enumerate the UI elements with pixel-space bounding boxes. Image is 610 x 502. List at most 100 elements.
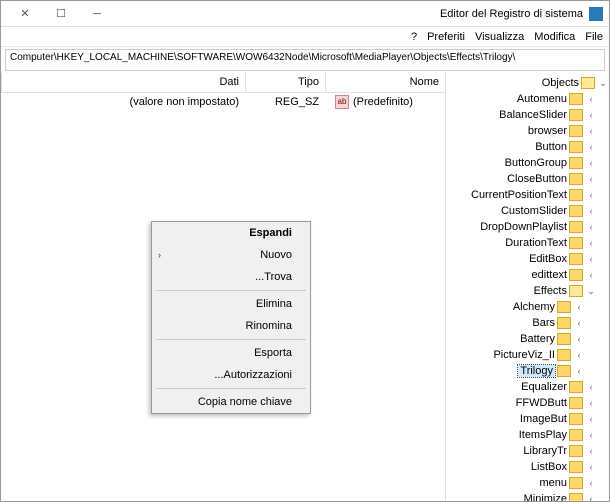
tree-node[interactable]: ›ImageBut: [446, 411, 609, 427]
tree-node[interactable]: ›Alchemy: [446, 299, 609, 315]
tree-node[interactable]: ›ItemsPlay: [446, 427, 609, 443]
context-menu-item[interactable]: Autorizzazioni...: [152, 364, 310, 386]
expand-icon[interactable]: ›: [585, 494, 597, 501]
expand-icon[interactable]: ›: [585, 158, 597, 168]
expand-icon[interactable]: ›: [585, 398, 597, 408]
tree-label: DropDownPlaylist: [480, 221, 567, 233]
context-menu-item[interactable]: Nuovo‹: [152, 244, 310, 266]
tree-node[interactable]: ›BalanceSlider: [446, 107, 609, 123]
folder-icon: [557, 301, 571, 313]
tree-node[interactable]: › PictureViz_II: [446, 347, 609, 363]
expand-icon[interactable]: ›: [573, 334, 585, 344]
menu-edit[interactable]: Modifica: [534, 31, 575, 43]
folder-icon: [569, 461, 583, 473]
context-menu-item[interactable]: Esporta: [152, 342, 310, 364]
tree-node[interactable]: ›CurrentPositionText: [446, 187, 609, 203]
expand-icon[interactable]: ›: [585, 382, 597, 392]
tree-node[interactable]: ›EditBox: [446, 251, 609, 267]
expand-icon[interactable]: ›: [585, 414, 597, 424]
tree-node[interactable]: ›DurationText: [446, 235, 609, 251]
expand-icon[interactable]: ›: [585, 238, 597, 248]
folder-icon: [569, 285, 583, 297]
tree-node[interactable]: › DropDownPlaylist: [446, 219, 609, 235]
menu-favorites[interactable]: Preferiti: [427, 31, 465, 43]
context-menu-item[interactable]: Rinomina: [152, 315, 310, 337]
col-data[interactable]: Dati: [1, 73, 245, 92]
menu-separator: [156, 290, 306, 291]
expand-icon[interactable]: ›: [573, 366, 585, 376]
tree-node[interactable]: ›Automenu: [446, 91, 609, 107]
expand-icon[interactable]: ›: [585, 430, 597, 440]
tree-node[interactable]: › ListBox: [446, 459, 609, 475]
column-headers: Nome Tipo Dati: [1, 73, 445, 93]
col-type[interactable]: Tipo: [245, 73, 325, 92]
collapse-icon[interactable]: ⌄: [585, 286, 597, 297]
context-menu-item[interactable]: Elimina: [152, 293, 310, 315]
app-icon: [589, 7, 603, 21]
tree-node[interactable]: ›Minimize: [446, 491, 609, 501]
expand-icon[interactable]: ›: [585, 94, 597, 104]
expand-icon[interactable]: ›: [585, 478, 597, 488]
folder-icon: [569, 189, 583, 201]
tree-node[interactable]: ›Button: [446, 139, 609, 155]
tree-label: CloseButton: [507, 173, 567, 185]
expand-icon[interactable]: ›: [585, 126, 597, 136]
folder-icon: [569, 381, 583, 393]
folder-icon: [557, 365, 571, 377]
menu-view[interactable]: Visualizza: [475, 31, 524, 43]
context-menu-item[interactable]: Copia nome chiave: [152, 391, 310, 413]
tree-label: PictureViz_II: [493, 349, 555, 361]
expand-icon[interactable]: ›: [585, 142, 597, 152]
tree-pane[interactable]: ⌄Objects›Automenu›BalanceSlider›browser›…: [445, 73, 609, 501]
menu-item-label: Elimina: [256, 298, 292, 310]
minimize-button[interactable]: ─: [79, 3, 115, 25]
tree-node[interactable]: ›edittext: [446, 267, 609, 283]
tree-node[interactable]: ›ButtonGroup: [446, 155, 609, 171]
context-menu-item[interactable]: Trova...: [152, 266, 310, 288]
close-button[interactable]: ✕: [7, 3, 43, 25]
tree-node[interactable]: ⌄Objects: [446, 75, 609, 91]
menu-separator: [156, 388, 306, 389]
tree-node[interactable]: › CloseButton: [446, 171, 609, 187]
tree-node[interactable]: ›LibraryTr: [446, 443, 609, 459]
menu-help[interactable]: ?: [411, 31, 417, 43]
tree-node[interactable]: ⌄Effects: [446, 283, 609, 299]
tree-node[interactable]: ›Equalizer: [446, 379, 609, 395]
expand-icon[interactable]: ›: [585, 254, 597, 264]
expand-icon[interactable]: ›: [585, 110, 597, 120]
tree-node[interactable]: ›menu: [446, 475, 609, 491]
folder-icon: [569, 173, 583, 185]
expand-icon[interactable]: ›: [585, 206, 597, 216]
expand-icon[interactable]: ›: [585, 174, 597, 184]
tree-node[interactable]: ›Trilogy: [446, 363, 609, 379]
menu-item-label: Autorizzazioni...: [214, 369, 292, 381]
expand-icon[interactable]: ›: [585, 222, 597, 232]
tree-node[interactable]: ›Bars: [446, 315, 609, 331]
expand-icon[interactable]: ›: [585, 446, 597, 456]
collapse-icon[interactable]: ⌄: [597, 78, 609, 89]
maximize-button[interactable]: ☐: [43, 3, 79, 25]
tree-node[interactable]: ›FFWDButt: [446, 395, 609, 411]
tree-node[interactable]: ›browser: [446, 123, 609, 139]
expand-icon[interactable]: ›: [585, 462, 597, 472]
context-menu: EspandiNuovo‹Trova... Elimina Rinomina Espo…: [151, 221, 311, 414]
expand-icon[interactable]: ›: [573, 350, 585, 360]
col-name[interactable]: Nome: [325, 73, 445, 92]
tree-node[interactable]: › CustomSlider: [446, 203, 609, 219]
address-bar[interactable]: Computer\HKEY_LOCAL_MACHINE\SOFTWARE\WOW…: [5, 49, 605, 71]
tree-node[interactable]: ›Battery: [446, 331, 609, 347]
expand-icon[interactable]: ›: [573, 318, 585, 328]
expand-icon[interactable]: ›: [585, 190, 597, 200]
folder-icon: [569, 221, 583, 233]
value-type: REG_SZ: [245, 96, 325, 108]
folder-icon: [569, 125, 583, 137]
folder-icon: [569, 445, 583, 457]
menu-file[interactable]: File: [585, 31, 603, 43]
expand-icon[interactable]: ›: [585, 270, 597, 280]
tree-label: ListBox: [531, 461, 567, 473]
tree-label: CustomSlider: [501, 205, 567, 217]
value-row[interactable]: (Predefinito) ab REG_SZ (valore non impo…: [1, 93, 445, 111]
window-title: Editor del Registro di sistema: [115, 8, 583, 20]
context-menu-item[interactable]: Espandi: [152, 222, 310, 244]
expand-icon[interactable]: ›: [573, 302, 585, 312]
